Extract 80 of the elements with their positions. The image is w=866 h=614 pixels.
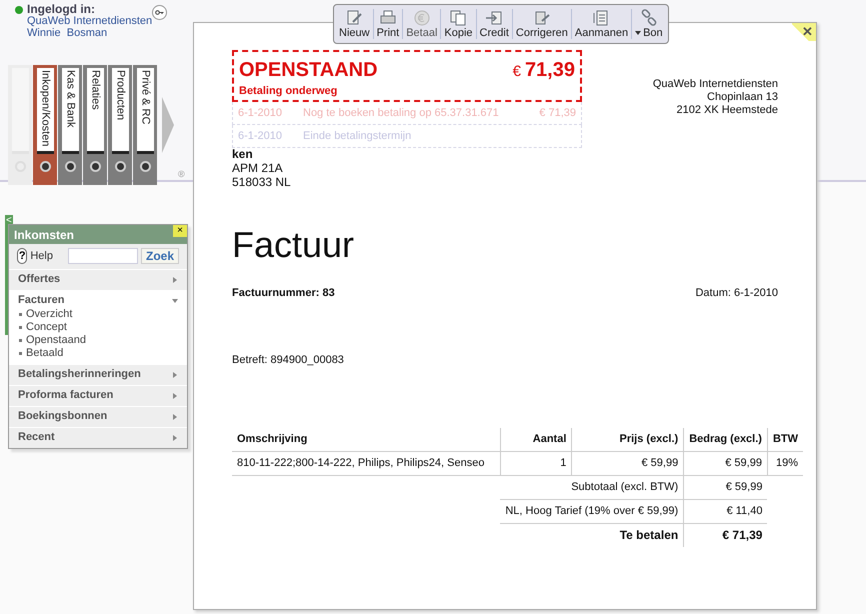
section-header[interactable]: Facturen (9, 290, 187, 310)
toolbar-button[interactable]: Nieuw (336, 9, 373, 39)
binder-tab[interactable]: Privé & RC (133, 65, 157, 185)
event-row: 6-1-2010 Einde betalingstermijn (232, 125, 582, 148)
recipient-address-line: 518033 NL (232, 175, 292, 189)
column-header: Aantal (500, 428, 572, 451)
invoice-date: Datum: 6-1-2010 (695, 286, 778, 301)
close-button[interactable]: × (173, 225, 187, 237)
copy-icon (449, 9, 468, 27)
login-label: Ingelogd in: (27, 3, 96, 15)
status-subtitle: Betaling onderweg (239, 85, 338, 97)
binder-tab[interactable]: Kas & Bank (58, 65, 82, 185)
toolbar-button[interactable]: Kopie (441, 9, 476, 39)
subject-line: Betreft: 894900_00083 (232, 352, 345, 368)
document-edit-icon (532, 9, 551, 27)
coin-icon (412, 9, 431, 27)
total-label: Te betalen (500, 523, 684, 547)
document-list-icon (592, 9, 610, 27)
total-label: Subtotaal (excl. BTW) (500, 475, 684, 499)
invoice-heading: Factuur (232, 225, 356, 265)
section-link[interactable]: Overzicht (19, 308, 187, 320)
caret-right-icon (172, 414, 178, 420)
section-header[interactable]: Offertes (9, 270, 187, 290)
user-name: Winnie Bosman (27, 27, 108, 39)
company-name: QuaWeb Internetdiensten (27, 15, 152, 27)
binder-tab[interactable]: Inkopen/Kosten (33, 65, 57, 185)
section-header[interactable]: Boekingsbonnen (9, 406, 187, 426)
caret-right-icon (172, 434, 178, 440)
section-link[interactable]: Betaald (19, 346, 187, 360)
help-link[interactable]: Help (30, 248, 53, 264)
invoice-number: Factuurnummer: 83 (232, 286, 335, 301)
registered-mark: ® (178, 168, 185, 181)
document-arrow-icon (485, 9, 504, 27)
total-value: € 59,99 (684, 475, 768, 499)
currency-symbol: € (512, 62, 521, 82)
toolbar-button[interactable]: Aanmanen (572, 9, 632, 39)
toolbar-button[interactable]: Print (374, 9, 402, 39)
document-pencil-icon (345, 9, 364, 27)
total-value: € 71,39 (684, 523, 768, 547)
table-cell: € 59,99 (684, 451, 768, 475)
section-link[interactable]: Concept (19, 320, 187, 334)
toolbar-button[interactable]: Credit (476, 9, 512, 39)
help-icon[interactable]: ? (17, 248, 28, 264)
table-cell: 810-11-222;800-14-222, Philips, Philips24, Senseo (232, 451, 500, 475)
column-header: BTW (767, 428, 803, 451)
column-header: Bedrag (excl.) (684, 428, 768, 451)
event-row: 6-1-2010 Nog te boeken betaling op 65.37.31.671 € 71,39 (232, 102, 582, 125)
sender-address-line: QuaWeb Internetdiensten (652, 78, 778, 91)
key-icon[interactable] (152, 5, 168, 20)
table-cell: 19% (767, 451, 803, 475)
status-title: OPENSTAAND (239, 58, 378, 83)
caret-right-icon (172, 392, 178, 398)
recipient-name: ken (232, 147, 254, 161)
sender-address-line: Chopinlaan 13 (707, 91, 778, 104)
caret-right-icon (172, 276, 178, 282)
section-link[interactable]: Openstaand (19, 334, 187, 346)
table-cell: € 59,99 (572, 451, 684, 475)
next-arrow-icon[interactable] (162, 97, 174, 153)
binder-tab[interactable]: Producten (108, 65, 132, 185)
binder-tab[interactable]: Relaties (83, 65, 107, 185)
toolbar-button[interactable]: Corrigeren (512, 9, 571, 39)
caret-down-icon (172, 298, 178, 304)
sender-address-line: 2102 XK Heemstede (676, 104, 778, 117)
search-button[interactable]: Zoek (140, 248, 179, 264)
status-amount: 71,39 (524, 58, 575, 83)
section-header[interactable]: Proforma facturen (9, 386, 187, 406)
close-button[interactable]: ✕ (792, 23, 816, 41)
section-header[interactable]: Betalingsherinneringen (9, 364, 187, 384)
chain-link-icon (640, 9, 658, 27)
total-value: € 11,40 (684, 499, 768, 523)
toolbar-button[interactable]: Bon (632, 9, 666, 39)
total-label: NL, Hoog Tarief (19% over € 59,99) (500, 499, 684, 523)
column-header: Omschrijving (232, 428, 500, 451)
panel-title: Inkomsten (14, 226, 74, 244)
section-header[interactable]: Recent (9, 428, 187, 448)
search-field[interactable] (68, 248, 138, 264)
column-header: Prijs (excl.) (572, 428, 684, 451)
recipient-address-line: APM 21A (232, 161, 284, 175)
table-cell: 1 (500, 451, 572, 475)
caret-right-icon (172, 372, 178, 378)
